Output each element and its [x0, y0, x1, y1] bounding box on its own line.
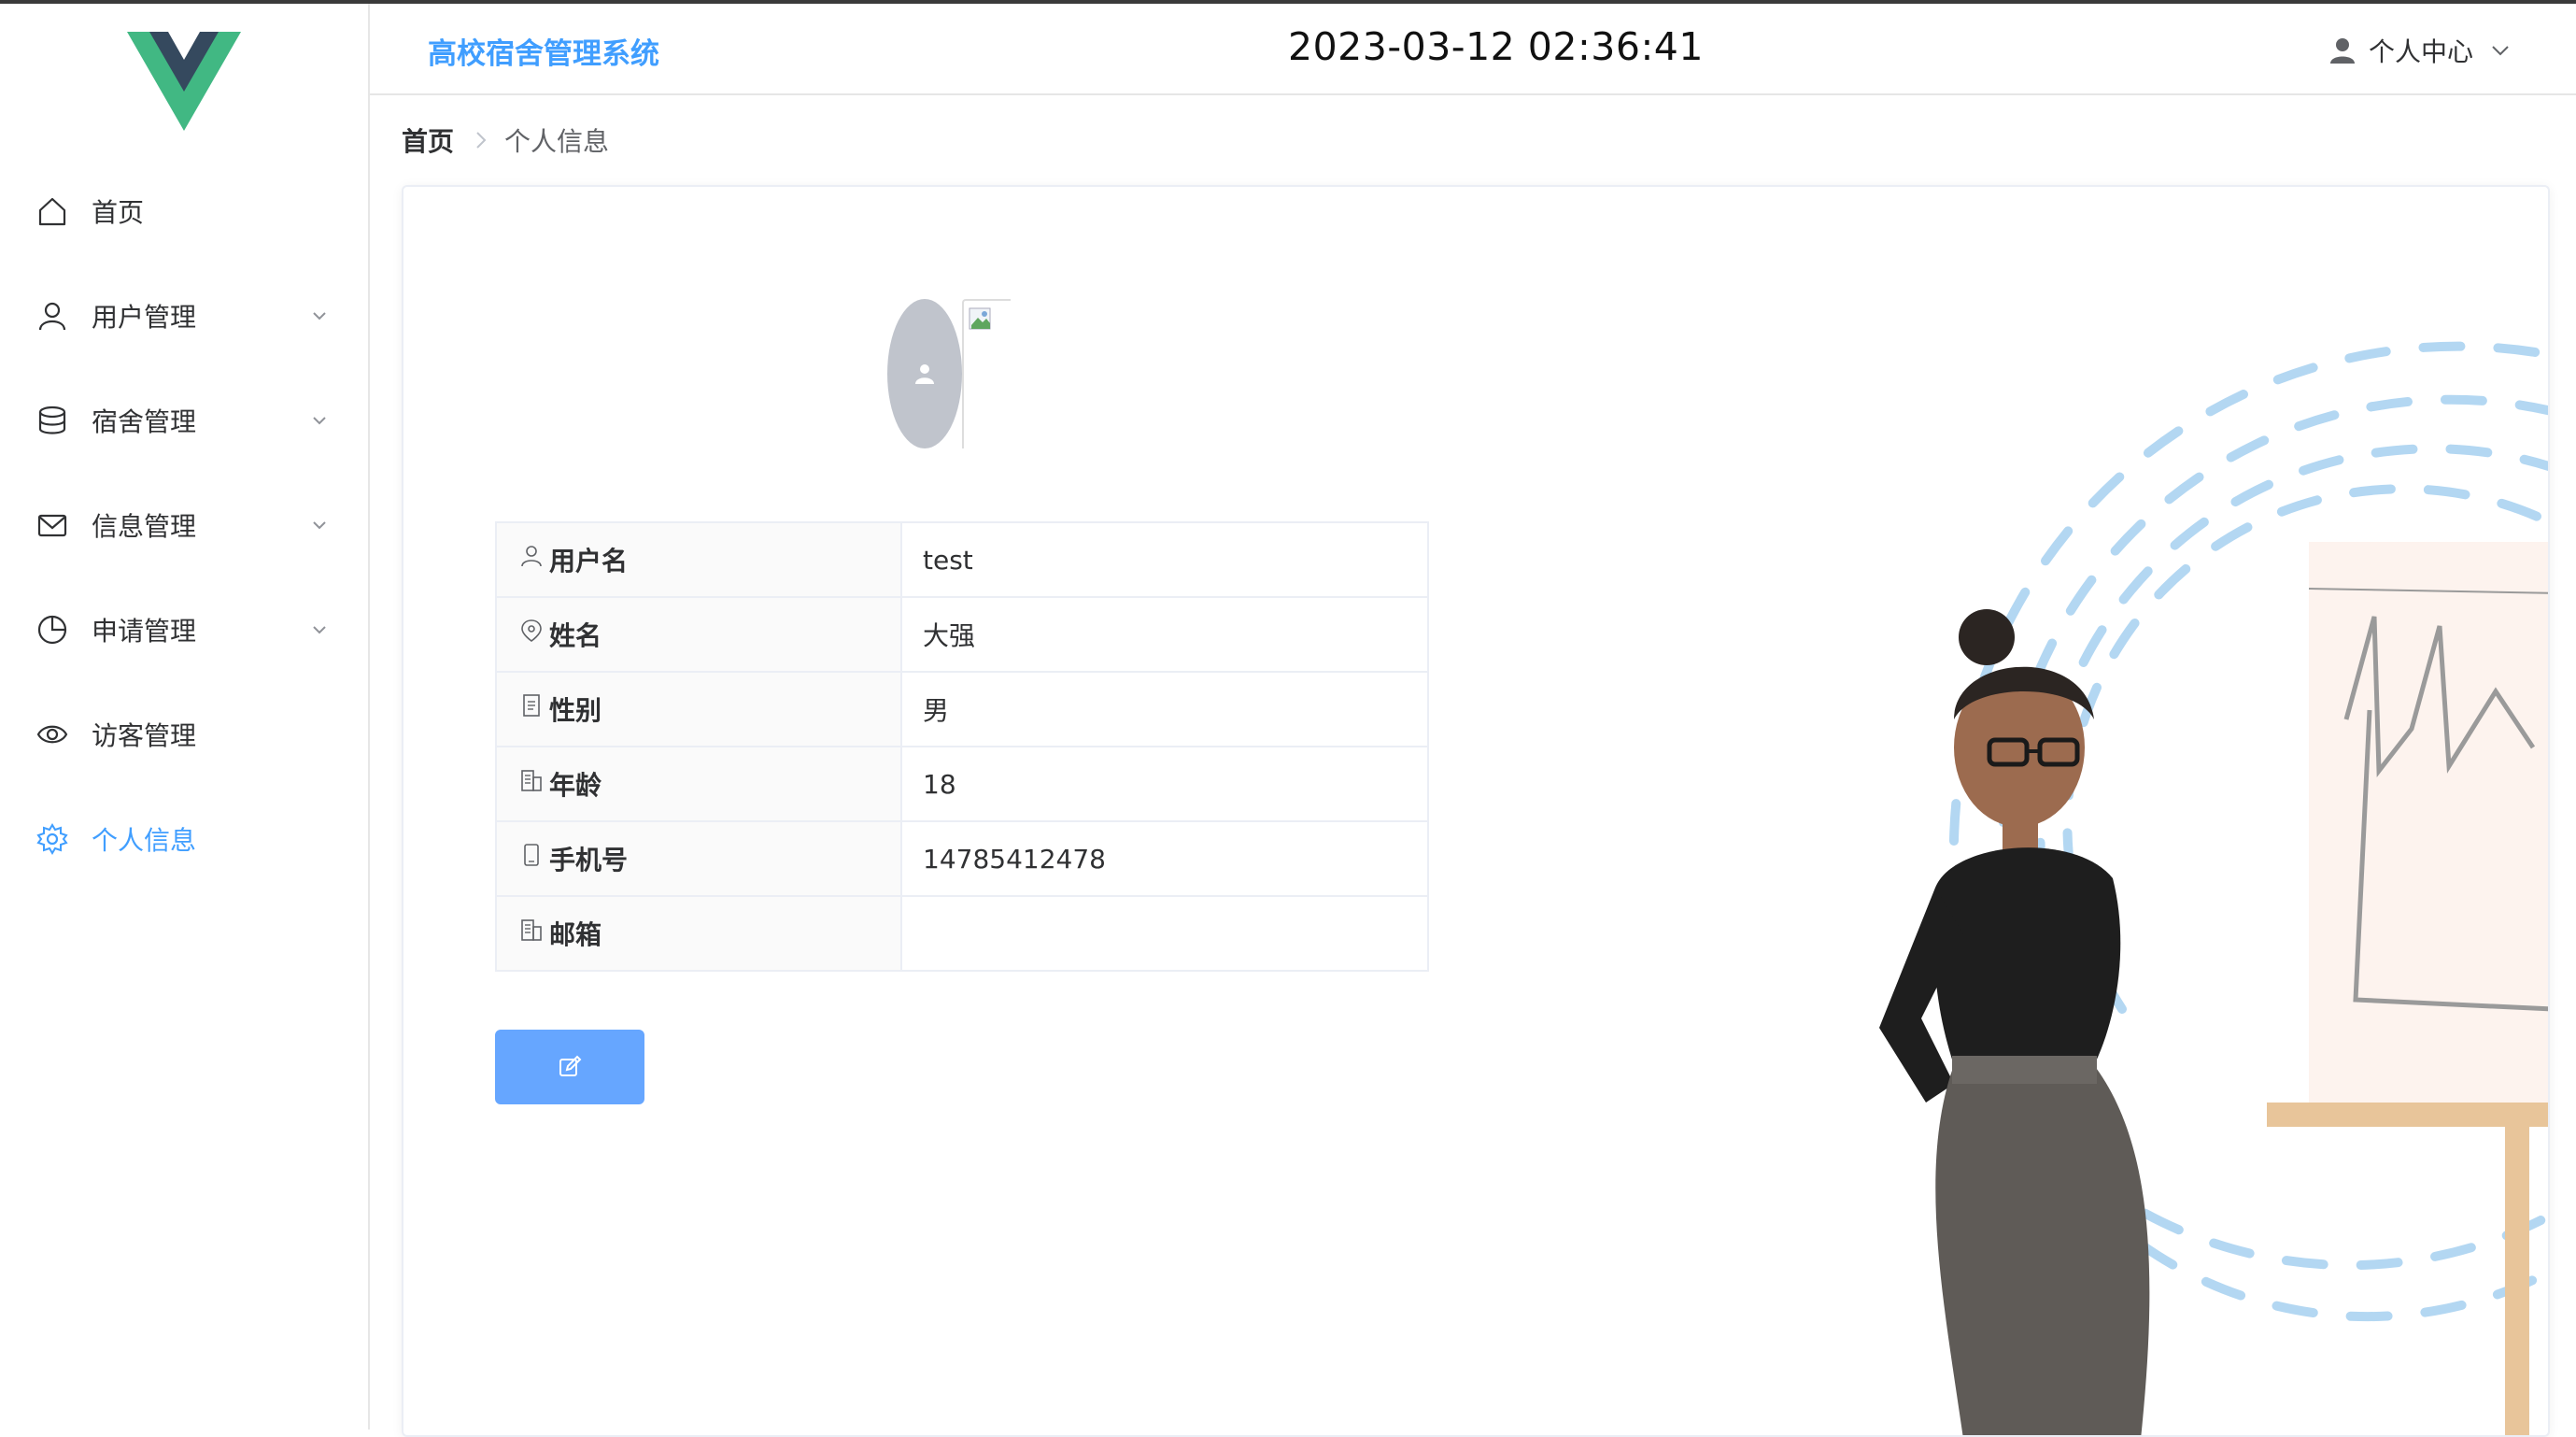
chevron-down-icon	[313, 521, 326, 530]
sidebar-item-label: 个人信息	[92, 825, 197, 856]
sidebar-item-0[interactable]: 首页	[0, 159, 368, 263]
chevron-down-icon	[2492, 46, 2509, 56]
user-filled-icon	[2329, 38, 2355, 64]
table-row: 用户名 test	[495, 521, 1429, 598]
office-building-icon	[519, 768, 544, 792]
breadcrumb-home[interactable]: 首页	[402, 121, 454, 159]
profile-value: 男	[900, 671, 1429, 747]
profile-label: 姓名	[549, 620, 602, 651]
broken-image-icon	[969, 307, 991, 330]
eye-icon	[35, 718, 69, 751]
setting-icon	[35, 822, 69, 856]
profile-value: 18	[900, 746, 1429, 822]
profile-value: test	[900, 521, 1429, 598]
sidebar-item-2[interactable]: 宿舍管理	[0, 368, 368, 473]
breadcrumb-current: 个人信息	[504, 126, 610, 157]
profile-label-cell: 年龄	[495, 746, 902, 822]
location-icon	[519, 619, 544, 643]
sidebar: 首页用户管理宿舍管理信息管理申请管理访客管理个人信息	[0, 4, 370, 1430]
profile-value: 14785412478	[900, 820, 1429, 897]
profile-label: 年龄	[549, 770, 602, 801]
user-filled-icon	[915, 364, 934, 384]
avatar[interactable]	[887, 299, 1011, 448]
office-building-icon	[519, 918, 544, 942]
table-row: 性别 男	[495, 671, 1429, 747]
sidebar-item-label: 信息管理	[92, 511, 197, 542]
sidebar-item-6[interactable]: 个人信息	[0, 787, 368, 891]
chevron-down-icon	[313, 626, 326, 634]
broken-image	[962, 299, 1011, 448]
app-title: 高校宿舍管理系统	[428, 37, 659, 71]
sidebar-menu: 首页用户管理宿舍管理信息管理申请管理访客管理个人信息	[0, 159, 368, 891]
profile-value: 大强	[900, 596, 1429, 673]
profile-label-cell: 邮箱	[495, 895, 902, 972]
profile-card: 用户名 test 姓名 大强性别 男年龄 18 手机号 14785412478 邮箱	[402, 185, 2550, 1437]
user-center-label: 个人中心	[2368, 36, 2473, 67]
sidebar-item-5[interactable]: 访客管理	[0, 682, 368, 787]
vue-logo	[127, 32, 241, 131]
edit-profile-button[interactable]	[495, 1030, 644, 1104]
sidebar-item-label: 首页	[92, 197, 145, 228]
chevron-down-icon	[313, 417, 326, 425]
profile-label: 用户名	[549, 546, 629, 576]
sidebar-item-label: 访客管理	[92, 720, 197, 751]
table-row: 年龄 18	[495, 746, 1429, 822]
profile-label: 手机号	[549, 845, 629, 875]
chevron-right-icon	[476, 132, 487, 149]
user-icon	[35, 299, 69, 333]
profile-label-cell: 性别	[495, 671, 902, 747]
avatar-placeholder	[887, 299, 962, 448]
user-center-dropdown[interactable]: 个人中心	[2328, 32, 2511, 69]
table-row: 邮箱	[495, 895, 1429, 972]
sidebar-item-label: 用户管理	[92, 302, 197, 333]
sidebar-item-label: 宿舍管理	[92, 406, 197, 437]
clock: 2023-03-12 02:36:41	[1288, 24, 1704, 69]
message-icon	[35, 508, 69, 542]
breadcrumb: 首页 个人信息	[402, 121, 609, 159]
table-row: 姓名 大强	[495, 596, 1429, 673]
profile-table: 用户名 test 姓名 大强性别 男年龄 18 手机号 14785412478 邮箱	[495, 521, 1429, 972]
profile-value	[900, 895, 1429, 972]
mobile-icon	[519, 843, 544, 867]
woman-presentation-illustration	[1879, 341, 2548, 1435]
profile-label: 邮箱	[549, 919, 602, 950]
database-icon	[35, 404, 69, 437]
document-icon	[519, 693, 544, 718]
header: 高校宿舍管理系统 2023-03-12 02:36:41 个人中心	[370, 4, 2576, 95]
sidebar-item-4[interactable]: 申请管理	[0, 577, 368, 682]
profile-label-cell: 姓名	[495, 596, 902, 673]
sidebar-item-label: 申请管理	[92, 616, 197, 647]
profile-label-cell: 用户名	[495, 521, 902, 598]
table-row: 手机号 14785412478	[495, 820, 1429, 897]
home-icon	[35, 194, 69, 228]
sidebar-item-3[interactable]: 信息管理	[0, 473, 368, 577]
profile-label: 性别	[549, 695, 602, 726]
user-icon	[519, 544, 544, 568]
profile-label-cell: 手机号	[495, 820, 902, 897]
sidebar-item-1[interactable]: 用户管理	[0, 263, 368, 368]
pie-chart-icon	[35, 613, 69, 647]
edit-icon	[559, 1055, 582, 1076]
chevron-down-icon	[313, 312, 326, 320]
